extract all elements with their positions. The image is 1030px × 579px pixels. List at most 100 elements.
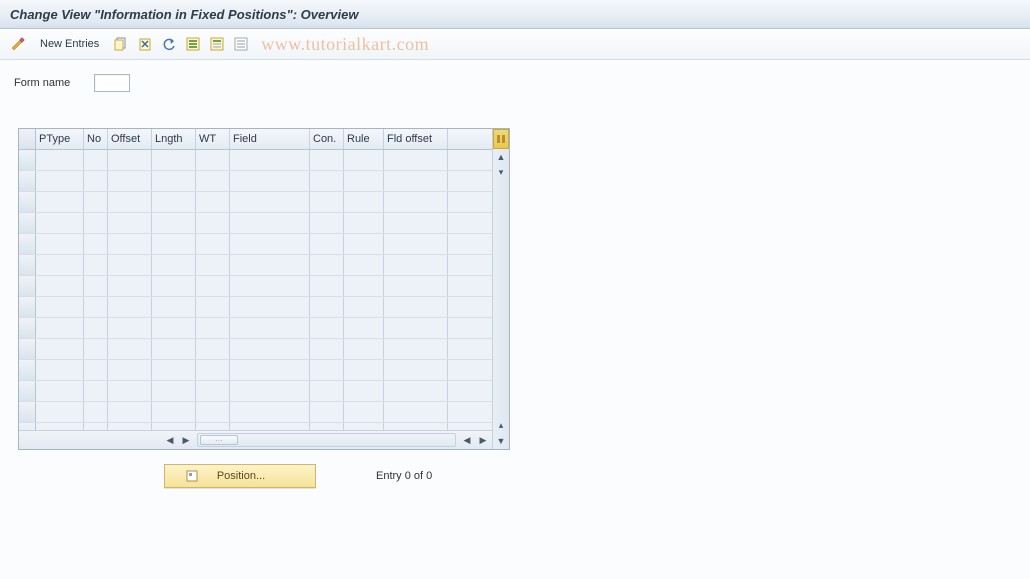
scroll-down-icon[interactable]: ▼	[494, 434, 508, 448]
cell-fldoffset[interactable]	[384, 381, 448, 401]
cell-no[interactable]	[84, 213, 108, 233]
undo-change-icon[interactable]	[159, 34, 179, 54]
cell-wt[interactable]	[196, 339, 230, 359]
cell-wt[interactable]	[196, 318, 230, 338]
cell-con[interactable]	[310, 402, 344, 422]
table-row[interactable]	[19, 255, 492, 276]
cell-wt[interactable]	[196, 150, 230, 170]
table-row[interactable]	[19, 171, 492, 192]
scroll-left-icon[interactable]: ◀	[163, 433, 177, 447]
cell-no[interactable]	[84, 402, 108, 422]
cell-con[interactable]	[310, 255, 344, 275]
cell-field[interactable]	[230, 213, 310, 233]
cell-ptype[interactable]	[36, 360, 84, 380]
cell-lngth[interactable]	[152, 213, 196, 233]
cell-rule[interactable]	[344, 255, 384, 275]
cell-lngth[interactable]	[152, 423, 196, 430]
cell-fldoffset[interactable]	[384, 171, 448, 191]
cell-offset[interactable]	[108, 234, 152, 254]
configure-columns-icon[interactable]	[493, 129, 509, 149]
cell-con[interactable]	[310, 423, 344, 430]
cell-wt[interactable]	[196, 297, 230, 317]
cell-no[interactable]	[84, 423, 108, 430]
cell-offset[interactable]	[108, 150, 152, 170]
col-rule[interactable]: Rule	[344, 129, 384, 149]
table-row[interactable]	[19, 297, 492, 318]
cell-wt[interactable]	[196, 234, 230, 254]
cell-con[interactable]	[310, 339, 344, 359]
cell-fldoffset[interactable]	[384, 234, 448, 254]
col-lngth[interactable]: Lngth	[152, 129, 196, 149]
cell-field[interactable]	[230, 150, 310, 170]
cell-rule[interactable]	[344, 402, 384, 422]
cell-no[interactable]	[84, 318, 108, 338]
cell-wt[interactable]	[196, 360, 230, 380]
cell-rule[interactable]	[344, 276, 384, 296]
cell-fldoffset[interactable]	[384, 423, 448, 430]
row-selector[interactable]	[19, 297, 36, 317]
cell-lngth[interactable]	[152, 360, 196, 380]
col-fldoffset[interactable]: Fld offset	[384, 129, 448, 149]
cell-ptype[interactable]	[36, 276, 84, 296]
cell-rule[interactable]	[344, 213, 384, 233]
cell-wt[interactable]	[196, 402, 230, 422]
cell-field[interactable]	[230, 171, 310, 191]
col-field[interactable]: Field	[230, 129, 310, 149]
cell-ptype[interactable]	[36, 402, 84, 422]
cell-offset[interactable]	[108, 423, 152, 430]
cell-ptype[interactable]	[36, 297, 84, 317]
scroll-left2-icon[interactable]: ◀	[460, 433, 474, 447]
cell-field[interactable]	[230, 255, 310, 275]
table-row[interactable]	[19, 192, 492, 213]
cell-fldoffset[interactable]	[384, 297, 448, 317]
new-entries-button[interactable]: New Entries	[36, 36, 103, 52]
cell-lngth[interactable]	[152, 171, 196, 191]
cell-no[interactable]	[84, 381, 108, 401]
cell-con[interactable]	[310, 171, 344, 191]
cell-rule[interactable]	[344, 381, 384, 401]
row-selector-header[interactable]	[19, 129, 36, 149]
cell-rule[interactable]	[344, 339, 384, 359]
cell-offset[interactable]	[108, 213, 152, 233]
cell-no[interactable]	[84, 255, 108, 275]
cell-offset[interactable]	[108, 276, 152, 296]
cell-ptype[interactable]	[36, 381, 84, 401]
cell-rule[interactable]	[344, 360, 384, 380]
cell-rule[interactable]	[344, 423, 384, 430]
cell-lngth[interactable]	[152, 318, 196, 338]
table-row[interactable]	[19, 318, 492, 339]
table-row[interactable]	[19, 381, 492, 402]
cell-fldoffset[interactable]	[384, 402, 448, 422]
cell-con[interactable]	[310, 276, 344, 296]
cell-field[interactable]	[230, 276, 310, 296]
cell-lngth[interactable]	[152, 255, 196, 275]
cell-fldoffset[interactable]	[384, 255, 448, 275]
cell-ptype[interactable]	[36, 150, 84, 170]
row-selector[interactable]	[19, 171, 36, 191]
cell-ptype[interactable]	[36, 171, 84, 191]
cell-offset[interactable]	[108, 297, 152, 317]
cell-offset[interactable]	[108, 339, 152, 359]
copy-as-icon[interactable]	[111, 34, 131, 54]
col-ptype[interactable]: PType	[36, 129, 84, 149]
cell-lngth[interactable]	[152, 276, 196, 296]
table-row[interactable]	[19, 360, 492, 381]
row-selector[interactable]	[19, 423, 36, 430]
cell-con[interactable]	[310, 318, 344, 338]
cell-ptype[interactable]	[36, 423, 84, 430]
cell-fldoffset[interactable]	[384, 276, 448, 296]
table-row[interactable]	[19, 339, 492, 360]
cell-no[interactable]	[84, 360, 108, 380]
cell-field[interactable]	[230, 381, 310, 401]
cell-no[interactable]	[84, 276, 108, 296]
cell-ptype[interactable]	[36, 213, 84, 233]
cell-fldoffset[interactable]	[384, 360, 448, 380]
cell-no[interactable]	[84, 297, 108, 317]
scroll-right2-icon[interactable]: ▶	[476, 433, 490, 447]
hscroll-track[interactable]: ⋯	[197, 433, 456, 447]
table-row[interactable]	[19, 423, 492, 430]
table-row[interactable]	[19, 234, 492, 255]
cell-offset[interactable]	[108, 255, 152, 275]
cell-offset[interactable]	[108, 318, 152, 338]
cell-fldoffset[interactable]	[384, 150, 448, 170]
